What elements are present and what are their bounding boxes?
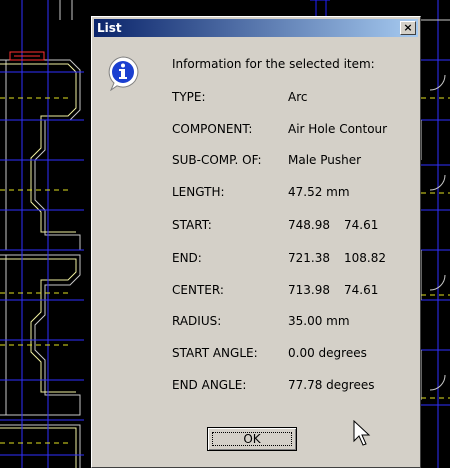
row-value-2: 74.61: [344, 283, 379, 297]
dialog-title: List: [97, 21, 122, 35]
info-icon: [108, 56, 139, 91]
close-button[interactable]: ×: [400, 21, 416, 35]
row-label: CENTER:: [172, 283, 224, 297]
row-label: END:: [172, 251, 202, 265]
list-dialog: List × Information for the selected item…: [91, 16, 421, 468]
ok-button[interactable]: OK: [207, 427, 297, 451]
row-value: 0.00 degrees: [288, 346, 367, 360]
row-label: SUB-COMP. OF:: [172, 153, 262, 167]
focus-rectangle: [212, 432, 292, 446]
row-value: 713.98: [288, 283, 330, 297]
row-value: 47.52 mm: [288, 185, 350, 199]
row-label: START ANGLE:: [172, 346, 258, 360]
row-value: Air Hole Contour: [288, 122, 388, 136]
info-header: Information for the selected item:: [172, 57, 375, 71]
row-value: Arc: [288, 90, 308, 104]
row-value: 77.78 degrees: [288, 378, 375, 392]
row-label: END ANGLE:: [172, 378, 247, 392]
mouse-pointer-icon: [353, 420, 371, 446]
row-value: Male Pusher: [288, 153, 362, 167]
row-value: 721.38: [288, 251, 330, 265]
row-value: 748.98: [288, 218, 330, 232]
row-label: RADIUS:: [172, 314, 222, 328]
row-label: START:: [172, 218, 212, 232]
close-icon: ×: [403, 21, 413, 34]
row-label: TYPE:: [172, 90, 206, 104]
row-value-2: 74.61: [344, 218, 379, 232]
dialog-titlebar[interactable]: List ×: [94, 19, 418, 37]
row-label: LENGTH:: [172, 185, 225, 199]
row-value-2: 108.82: [344, 251, 386, 265]
row-label: COMPONENT:: [172, 122, 253, 136]
row-value: 35.00 mm: [288, 314, 350, 328]
